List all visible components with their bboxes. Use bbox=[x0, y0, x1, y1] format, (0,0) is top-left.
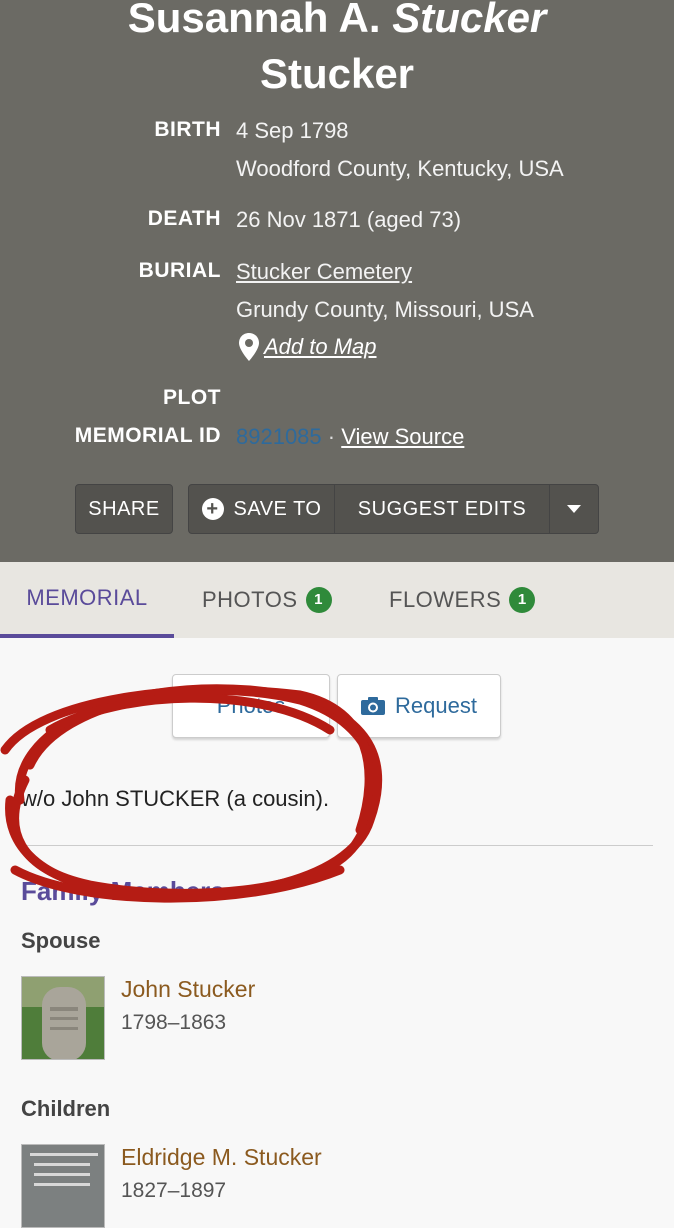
bio-text: w/o John STUCKER (a cousin). bbox=[21, 786, 330, 811]
spouse-label: Spouse bbox=[21, 928, 101, 953]
memorial-content: Photos Request w/o John STUCKER (a cousi… bbox=[0, 638, 674, 1228]
request-photo-button[interactable]: Request bbox=[337, 674, 501, 738]
memorial-name-line1: Susannah A. Stucker bbox=[0, 0, 674, 44]
child-photo-thumbnail[interactable] bbox=[21, 1144, 105, 1228]
maiden-name: Stucker bbox=[392, 0, 547, 41]
memorial-header: Susannah A. Stucker Stucker BIRTH 4 Sep … bbox=[0, 0, 674, 562]
flowers-count-badge: 1 bbox=[509, 587, 536, 613]
view-source-link[interactable]: View Source bbox=[341, 424, 464, 449]
birth-label: BIRTH bbox=[154, 118, 221, 141]
child-dates: 1827–1897 bbox=[121, 1179, 227, 1202]
more-actions-dropdown[interactable] bbox=[550, 485, 598, 533]
tab-memorial-label: MEMORIAL bbox=[26, 585, 148, 610]
family-members-heading: Family Members bbox=[21, 876, 225, 906]
plus-circle-icon: + bbox=[201, 498, 224, 520]
map-pin-icon[interactable] bbox=[238, 332, 260, 362]
tab-photos[interactable]: PHOTOS 1 bbox=[202, 562, 332, 638]
birth-place: Woodford County, Kentucky, USA bbox=[236, 156, 564, 181]
add-to-map-link[interactable]: Add to Map bbox=[264, 334, 377, 360]
request-button-label: Request bbox=[395, 693, 477, 718]
caret-down-icon bbox=[567, 505, 581, 513]
memorial-name-line2: Stucker bbox=[259, 50, 415, 97]
share-button[interactable]: SHARE bbox=[75, 484, 173, 534]
tab-memorial[interactable]: MEMORIAL bbox=[0, 562, 174, 638]
child-name-link[interactable]: Eldridge M. Stucker bbox=[121, 1144, 322, 1171]
memorial-id-value[interactable]: 8921085 bbox=[236, 424, 322, 449]
burial-place: Grundy County, Missouri, USA bbox=[236, 297, 534, 322]
death-label: DEATH bbox=[147, 207, 221, 230]
tab-flowers-label: FLOWERS bbox=[389, 587, 502, 612]
tab-photos-label: PHOTOS bbox=[202, 587, 298, 612]
divider bbox=[21, 845, 653, 846]
plot-label: PLOT bbox=[163, 386, 221, 409]
memorial-tabs: MEMORIAL PHOTOS 1 FLOWERS 1 bbox=[0, 562, 674, 638]
children-label: Children bbox=[21, 1096, 111, 1121]
suggest-edits-button[interactable]: SUGGEST EDITS bbox=[335, 485, 550, 533]
separator: · bbox=[327, 424, 336, 449]
photos-count-badge: 1 bbox=[305, 587, 332, 613]
memorial-id-label: MEMORIAL ID bbox=[74, 424, 221, 447]
action-button-group: + SAVE TO SUGGEST EDITS bbox=[188, 484, 599, 534]
save-to-button[interactable]: + SAVE TO bbox=[189, 485, 335, 533]
tab-flowers[interactable]: FLOWERS 1 bbox=[389, 562, 536, 638]
save-to-label: SAVE TO bbox=[233, 497, 322, 520]
spouse-name-link[interactable]: John Stucker bbox=[121, 976, 255, 1003]
camera-icon bbox=[361, 697, 386, 715]
photos-button-label: Photos bbox=[216, 693, 286, 718]
death-date: 26 Nov 1871 (aged 73) bbox=[236, 207, 462, 232]
spouse-dates: 1798–1863 bbox=[121, 1011, 227, 1034]
photos-button[interactable]: Photos bbox=[172, 674, 330, 738]
memorial-id-row: 8921085 · View Source bbox=[236, 424, 464, 450]
first-name: Susannah A. bbox=[127, 0, 381, 41]
spouse-photo-thumbnail[interactable] bbox=[21, 976, 105, 1060]
burial-label: BURIAL bbox=[138, 259, 221, 282]
birth-date: 4 Sep 1798 bbox=[236, 118, 349, 143]
burial-cemetery-link[interactable]: Stucker Cemetery bbox=[236, 259, 412, 285]
